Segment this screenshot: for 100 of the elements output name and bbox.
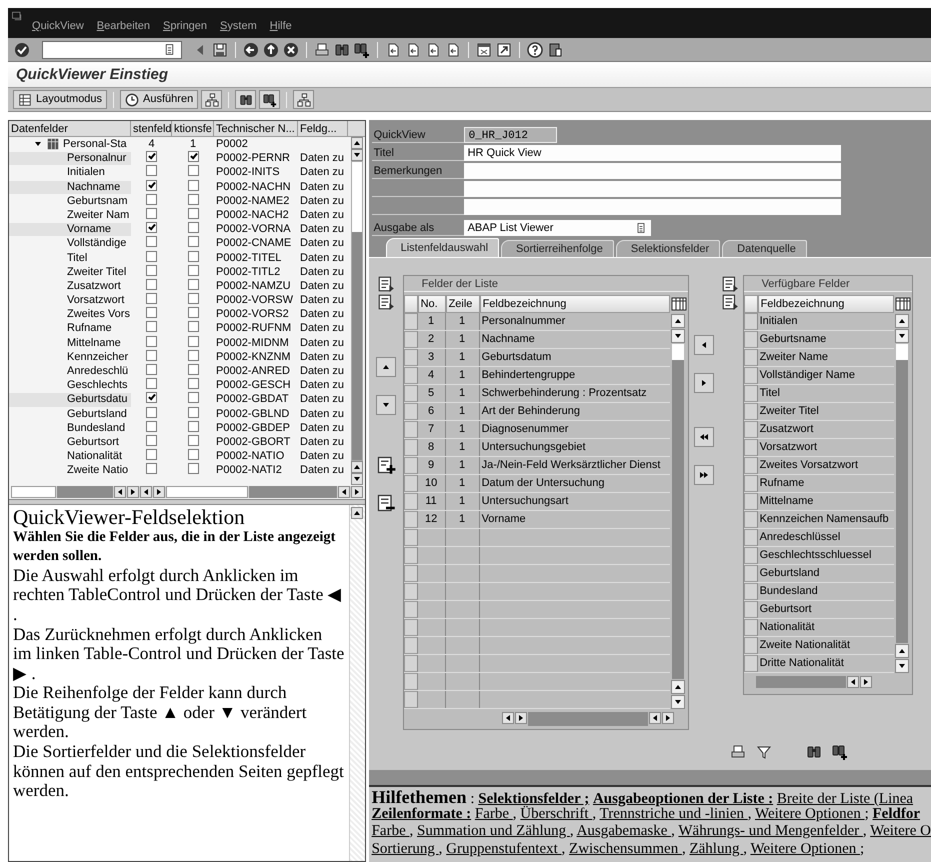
input-field[interactable]: 0_HR_J012 <box>464 127 557 143</box>
checkbox[interactable] <box>188 378 198 390</box>
checkbox[interactable] <box>146 222 157 234</box>
tree-node-label[interactable]: Zweiter Titel <box>67 266 126 278</box>
row-selector[interactable] <box>404 421 418 438</box>
scroll-left-button[interactable] <box>114 486 126 498</box>
scroll-thumb[interactable] <box>672 344 684 360</box>
help-link[interactable]: Trennstriche und -linien <box>600 806 748 822</box>
checkbox[interactable] <box>188 449 198 460</box>
column-header[interactable]: stenfeld <box>131 121 172 137</box>
column-header[interactable]: Datenfelder <box>9 121 131 137</box>
row-selector[interactable] <box>744 385 758 402</box>
scroll-up-button[interactable] <box>350 461 363 473</box>
row-selector[interactable] <box>744 601 758 618</box>
checkbox[interactable] <box>146 392 157 404</box>
checkbox[interactable] <box>188 194 198 205</box>
vertical-scrollbar[interactable] <box>670 313 686 709</box>
input-field[interactable] <box>464 163 841 179</box>
checkbox[interactable] <box>188 236 198 248</box>
row-selector[interactable] <box>404 457 418 474</box>
checkbox[interactable] <box>188 406 198 418</box>
row-selector[interactable] <box>404 637 418 654</box>
checkbox[interactable] <box>146 293 157 304</box>
help-icon[interactable] <box>527 42 543 58</box>
tree-node-label[interactable]: Personal-Sta <box>63 138 127 151</box>
scroll-down-button[interactable] <box>671 329 686 343</box>
add-all-button[interactable] <box>694 427 714 447</box>
help-link[interactable]: Sortierung <box>372 840 439 856</box>
row-selector[interactable] <box>404 349 418 366</box>
input-field[interactable] <box>464 181 841 197</box>
checkbox[interactable] <box>146 336 157 347</box>
row-selector[interactable] <box>404 313 418 330</box>
scroll-up-button[interactable] <box>895 314 910 328</box>
menu-item[interactable]: System <box>220 20 257 34</box>
checkbox[interactable] <box>146 264 157 276</box>
scroll-right-button[interactable] <box>662 712 674 724</box>
column-settings-icon[interactable] <box>894 296 911 312</box>
scroll-right-button[interactable] <box>514 712 527 724</box>
checkbox[interactable] <box>188 336 198 347</box>
column-header[interactable]: Feldbezeichnung <box>758 295 894 313</box>
scroll-right-button[interactable] <box>860 676 872 688</box>
row-selector[interactable] <box>744 349 758 366</box>
checkbox[interactable] <box>146 463 157 474</box>
shortcut-icon[interactable] <box>496 42 512 58</box>
row-selector[interactable] <box>404 529 418 546</box>
menu-item[interactable]: Bearbeiten <box>96 20 150 34</box>
scroll-thumb[interactable] <box>249 486 337 498</box>
checkbox[interactable] <box>146 194 157 205</box>
tree-node-label[interactable]: Geschlechts <box>67 379 128 392</box>
scroll-left-button[interactable] <box>648 712 661 724</box>
row-selector[interactable] <box>404 601 418 618</box>
tree-node-label[interactable]: Zweite Natio <box>67 464 128 476</box>
checkbox[interactable] <box>146 434 157 446</box>
system-menu-icon[interactable] <box>11 10 23 22</box>
checkbox[interactable] <box>188 364 198 375</box>
help-link[interactable]: Weitere Optionen <box>750 840 860 856</box>
find-next-button[interactable] <box>259 90 280 109</box>
tree-node-label[interactable]: Kennzeicher <box>67 350 128 363</box>
select-all-icon[interactable] <box>376 275 395 293</box>
scroll-right-button[interactable] <box>127 486 139 498</box>
row-selector[interactable] <box>404 511 418 528</box>
checkbox[interactable] <box>188 321 198 332</box>
help-link[interactable]: Zählung <box>689 840 744 856</box>
row-selector[interactable] <box>744 619 758 636</box>
row-selector[interactable] <box>744 529 758 546</box>
layout-mode-button[interactable]: Layoutmodus <box>13 90 108 109</box>
checkbox[interactable] <box>146 406 157 418</box>
row-selector[interactable] <box>404 583 418 600</box>
column-header[interactable]: No. <box>418 295 446 313</box>
find-next-icon[interactable] <box>832 744 848 760</box>
row-selector[interactable] <box>744 457 758 474</box>
row-selector[interactable] <box>404 403 418 420</box>
scroll-down-button[interactable] <box>350 473 363 485</box>
help-link[interactable]: Überschrift <box>520 806 592 822</box>
checkbox[interactable] <box>188 180 198 191</box>
find-next-icon[interactable] <box>354 42 370 58</box>
checkbox[interactable] <box>146 449 157 460</box>
dropdown-field[interactable]: ABAP List Viewer <box>464 220 651 236</box>
checkbox[interactable] <box>188 307 198 318</box>
checkbox[interactable] <box>188 463 198 474</box>
remove-all-button[interactable] <box>694 465 714 485</box>
dropdown-icon[interactable] <box>634 222 647 234</box>
column-header[interactable]: Technischer N... <box>214 121 298 137</box>
checkbox[interactable] <box>146 250 157 262</box>
row-selector[interactable] <box>744 421 758 438</box>
scroll-up-button[interactable] <box>350 507 363 519</box>
tree-node-label[interactable]: Initialen <box>67 166 105 178</box>
help-link[interactable]: Zwischensummen <box>569 840 682 856</box>
tree-node-label[interactable]: Geburtsort <box>67 436 119 448</box>
layout-menu-icon[interactable] <box>547 42 563 58</box>
checkbox[interactable] <box>146 180 157 191</box>
row-selector[interactable] <box>744 655 758 672</box>
row-selector[interactable] <box>404 439 418 456</box>
checkbox[interactable] <box>188 420 198 432</box>
column-header[interactable]: Feldbezeichnung <box>480 295 670 313</box>
scroll-thumb[interactable] <box>352 232 362 460</box>
help-link[interactable]: Ausgabeoptionen der Liste : <box>592 791 774 807</box>
select-all-cell[interactable] <box>744 295 758 313</box>
find-icon[interactable] <box>334 42 350 58</box>
checkbox[interactable] <box>146 364 157 375</box>
